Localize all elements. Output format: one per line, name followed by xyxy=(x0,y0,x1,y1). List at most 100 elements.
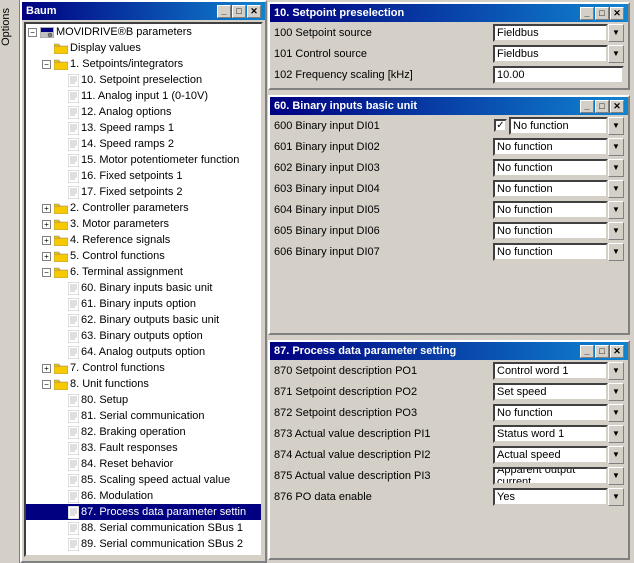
tree-item-u82[interactable]: 82. Braking operation xyxy=(26,424,261,440)
tree-item-u81[interactable]: 81. Serial communication xyxy=(26,408,261,424)
dropdown-value[interactable]: No function xyxy=(509,117,608,135)
p87-min-btn[interactable]: _ xyxy=(580,345,594,358)
tree-panel: Baum _ □ ✕ − MOVIDRIVE®B parameters Disp… xyxy=(20,0,267,563)
tree-content[interactable]: − MOVIDRIVE®B parameters Display values−… xyxy=(24,22,263,557)
dropdown-value[interactable]: No function xyxy=(493,222,608,240)
expand-icon-ref[interactable]: + xyxy=(42,236,51,245)
p87-close-btn[interactable]: ✕ xyxy=(610,345,624,358)
tree-item-ctrl[interactable]: + 2. Controller parameters xyxy=(26,200,261,216)
p60-close-btn[interactable]: ✕ xyxy=(610,100,624,113)
checkbox[interactable]: ✓ xyxy=(494,119,507,132)
expand-icon-unit8[interactable]: − xyxy=(42,380,51,389)
tree-item-u87[interactable]: 87. Process data parameter settin xyxy=(26,504,261,520)
p60-max-btn[interactable]: □ xyxy=(595,100,609,113)
expand-icon-ipos9[interactable]: + xyxy=(42,556,51,558)
tree-item-ref[interactable]: + 4. Reference signals xyxy=(26,232,261,248)
minimize-button[interactable]: _ xyxy=(217,5,231,18)
dropdown-value[interactable]: Yes xyxy=(493,488,608,506)
tree-item-sp16[interactable]: 16. Fixed setpoints 1 xyxy=(26,168,261,184)
tree-item-t61[interactable]: 61. Binary inputs option xyxy=(26,296,261,312)
tree-item-sp13[interactable]: 13. Speed ramps 1 xyxy=(26,120,261,136)
tree-item-u89[interactable]: 89. Serial communication SBus 2 xyxy=(26,536,261,552)
dropdown-value[interactable]: Fieldbus xyxy=(493,24,608,42)
p60-min-btn[interactable]: _ xyxy=(580,100,594,113)
tree-item-movidrive[interactable]: − MOVIDRIVE®B parameters xyxy=(26,24,261,40)
dropdown-arrow-btn[interactable]: ▼ xyxy=(608,24,624,42)
p10-max-btn[interactable]: □ xyxy=(595,7,609,20)
param-row: 874 Actual value description PI2Actual s… xyxy=(270,444,628,465)
dropdown-arrow-btn[interactable]: ▼ xyxy=(608,45,624,63)
dropdown-arrow-btn[interactable]: ▼ xyxy=(608,243,624,261)
expand-icon-ctrl[interactable]: + xyxy=(42,204,51,213)
tree-item-t60[interactable]: 60. Binary inputs basic unit xyxy=(26,280,261,296)
tree-item-motor[interactable]: + 3. Motor parameters xyxy=(26,216,261,232)
dropdown-arrow-btn[interactable]: ▼ xyxy=(608,138,624,156)
dropdown-arrow-btn[interactable]: ▼ xyxy=(608,467,624,485)
expand-icon-controlfn[interactable]: + xyxy=(42,252,51,261)
dropdown-value[interactable]: No function xyxy=(493,180,608,198)
tree-item-t63[interactable]: 63. Binary outputs option xyxy=(26,328,261,344)
dropdown-value[interactable]: Status word 1 xyxy=(493,425,608,443)
dropdown-arrow-btn[interactable]: ▼ xyxy=(608,425,624,443)
dropdown-value[interactable]: No function xyxy=(493,201,608,219)
dropdown-arrow-btn[interactable]: ▼ xyxy=(608,404,624,422)
tree-item-controlfn[interactable]: + 5. Control functions xyxy=(26,248,261,264)
tree-item-sp12[interactable]: 12. Analog options xyxy=(26,104,261,120)
param-text-value[interactable]: 10.00 xyxy=(493,66,624,84)
tree-item-u83[interactable]: 83. Fault responses xyxy=(26,440,261,456)
close-button[interactable]: ✕ xyxy=(247,5,261,18)
param-row: 870 Setpoint description PO1Control word… xyxy=(270,360,628,381)
dropdown-value[interactable]: Control word 1 xyxy=(493,362,608,380)
tree-item-sp10[interactable]: 10. Setpoint preselection xyxy=(26,72,261,88)
param-label: 601 Binary input DI02 xyxy=(274,141,493,153)
tree-item-sp15[interactable]: 15. Motor potentiometer function xyxy=(26,152,261,168)
tree-item-ctrl7[interactable]: + 7. Control functions xyxy=(26,360,261,376)
expand-icon-ctrl7[interactable]: + xyxy=(42,364,51,373)
tree-item-sp17[interactable]: 17. Fixed setpoints 2 xyxy=(26,184,261,200)
dropdown-value[interactable]: No function xyxy=(493,243,608,261)
expand-icon-motor[interactable]: + xyxy=(42,220,51,229)
tree-item-sp11[interactable]: 11. Analog input 1 (0-10V) xyxy=(26,88,261,104)
expand-icon-setpoints[interactable]: − xyxy=(42,60,51,69)
p10-min-btn[interactable]: _ xyxy=(580,7,594,20)
tree-item-u84[interactable]: 84. Reset behavior xyxy=(26,456,261,472)
param-row: 871 Setpoint description PO2Set speed▼ xyxy=(270,381,628,402)
options-tab[interactable]: Options xyxy=(0,8,15,46)
dropdown-arrow-btn[interactable]: ▼ xyxy=(608,159,624,177)
tree-item-display[interactable]: Display values xyxy=(26,40,261,56)
dropdown-value[interactable]: Set speed xyxy=(493,383,608,401)
dropdown-value[interactable]: No function xyxy=(493,159,608,177)
tree-item-u80[interactable]: 80. Setup xyxy=(26,392,261,408)
dropdown-arrow-btn[interactable]: ▼ xyxy=(608,201,624,219)
dropdown-value[interactable]: Apparent output current xyxy=(493,467,608,485)
dropdown-arrow-btn[interactable]: ▼ xyxy=(608,383,624,401)
tree-label-t62: 62. Binary outputs basic unit xyxy=(81,314,219,326)
dropdown-value[interactable]: Fieldbus xyxy=(493,45,608,63)
maximize-button[interactable]: □ xyxy=(232,5,246,18)
dropdown-arrow-btn[interactable]: ▼ xyxy=(608,180,624,198)
dropdown-arrow-btn[interactable]: ▼ xyxy=(608,222,624,240)
tree-item-u88[interactable]: 88. Serial communication SBus 1 xyxy=(26,520,261,536)
tree-item-setpoints[interactable]: − 1. Setpoints/integrators xyxy=(26,56,261,72)
tree-item-t64[interactable]: 64. Analog outputs option xyxy=(26,344,261,360)
tree-item-ipos9[interactable]: + 9. IPOS parameters xyxy=(26,552,261,557)
tree-item-terminal[interactable]: − 6. Terminal assignment xyxy=(26,264,261,280)
p10-close-btn[interactable]: ✕ xyxy=(610,7,624,20)
p87-max-btn[interactable]: □ xyxy=(595,345,609,358)
dropdown-value[interactable]: No function xyxy=(493,404,608,422)
dropdown-arrow-btn[interactable]: ▼ xyxy=(608,488,624,506)
dropdown-arrow-btn[interactable]: ▼ xyxy=(608,362,624,380)
tree-item-u85[interactable]: 85. Scaling speed actual value xyxy=(26,472,261,488)
tree-label-sp10: 10. Setpoint preselection xyxy=(81,74,202,86)
dropdown-value[interactable]: Actual speed xyxy=(493,446,608,464)
dropdown-arrow-btn[interactable]: ▼ xyxy=(608,446,624,464)
tree-label-movidrive: MOVIDRIVE®B parameters xyxy=(56,26,192,38)
expand-icon-movidrive[interactable]: − xyxy=(28,28,37,37)
tree-item-u86[interactable]: 86. Modulation xyxy=(26,488,261,504)
dropdown-value[interactable]: No function xyxy=(493,138,608,156)
tree-item-t62[interactable]: 62. Binary outputs basic unit xyxy=(26,312,261,328)
dropdown-arrow-btn[interactable]: ▼ xyxy=(608,117,624,135)
tree-item-unit8[interactable]: − 8. Unit functions xyxy=(26,376,261,392)
tree-item-sp14[interactable]: 14. Speed ramps 2 xyxy=(26,136,261,152)
expand-icon-terminal[interactable]: − xyxy=(42,268,51,277)
